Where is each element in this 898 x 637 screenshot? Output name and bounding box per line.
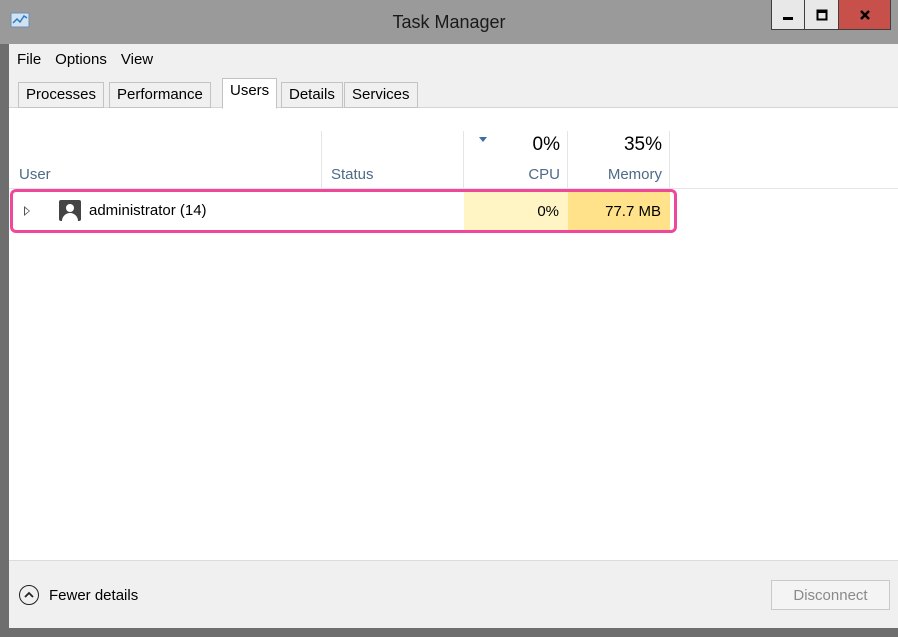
menu-view[interactable]: View <box>121 51 153 68</box>
column-memory[interactable]: 35% Memory <box>568 131 670 189</box>
tab-services[interactable]: Services <box>344 82 418 108</box>
tab-details[interactable]: Details <box>281 82 343 108</box>
menu-bar: File Options View <box>9 44 898 74</box>
tab-strip: Processes Performance Users Details Serv… <box>9 74 898 109</box>
minimize-button[interactable] <box>771 0 805 30</box>
column-cpu[interactable]: 0% CPU <box>464 131 568 189</box>
cpu-total-percent: 0% <box>532 134 560 155</box>
sort-descending-icon <box>479 137 487 142</box>
column-cpu-label: CPU <box>528 166 560 183</box>
column-user[interactable]: User <box>9 131 322 189</box>
user-icon <box>59 200 81 221</box>
chevron-up-icon <box>19 585 39 605</box>
column-memory-label: Memory <box>607 166 662 183</box>
menu-file[interactable]: File <box>17 51 41 68</box>
disconnect-button[interactable]: Disconnect <box>771 580 890 610</box>
fewer-details-label: Fewer details <box>49 586 139 604</box>
expand-chevron-icon[interactable] <box>24 206 30 216</box>
user-name: administrator (14) <box>89 202 207 219</box>
memory-value: 77.7 MB <box>568 191 670 231</box>
footer-bar: Fewer details Disconnect <box>9 560 898 628</box>
maximize-button[interactable] <box>805 0 839 30</box>
memory-total-percent: 35% <box>623 134 662 155</box>
column-status-label: Status <box>331 166 374 183</box>
column-header: User Status 0% CPU 35% Memory <box>9 131 898 189</box>
window-frame-bottom <box>0 628 898 637</box>
window-title: Task Manager <box>392 12 506 32</box>
fewer-details-button[interactable]: Fewer details <box>19 585 138 605</box>
minimize-icon <box>783 16 793 20</box>
table-row[interactable]: administrator (14) 0% 77.7 MB <box>9 191 898 231</box>
title-bar[interactable]: Task Manager <box>0 0 898 44</box>
column-user-label: User <box>19 166 51 183</box>
tab-users[interactable]: Users <box>222 78 278 109</box>
tab-processes[interactable]: Processes <box>18 82 105 108</box>
close-icon <box>859 9 870 20</box>
cpu-value: 0% <box>464 191 568 231</box>
client-area: File Options View Processes Performance … <box>9 44 898 628</box>
menu-options[interactable]: Options <box>55 51 107 68</box>
tab-performance[interactable]: Performance <box>109 82 211 108</box>
column-status[interactable]: Status <box>322 131 464 189</box>
maximize-icon <box>816 9 827 20</box>
close-button[interactable] <box>839 0 891 30</box>
